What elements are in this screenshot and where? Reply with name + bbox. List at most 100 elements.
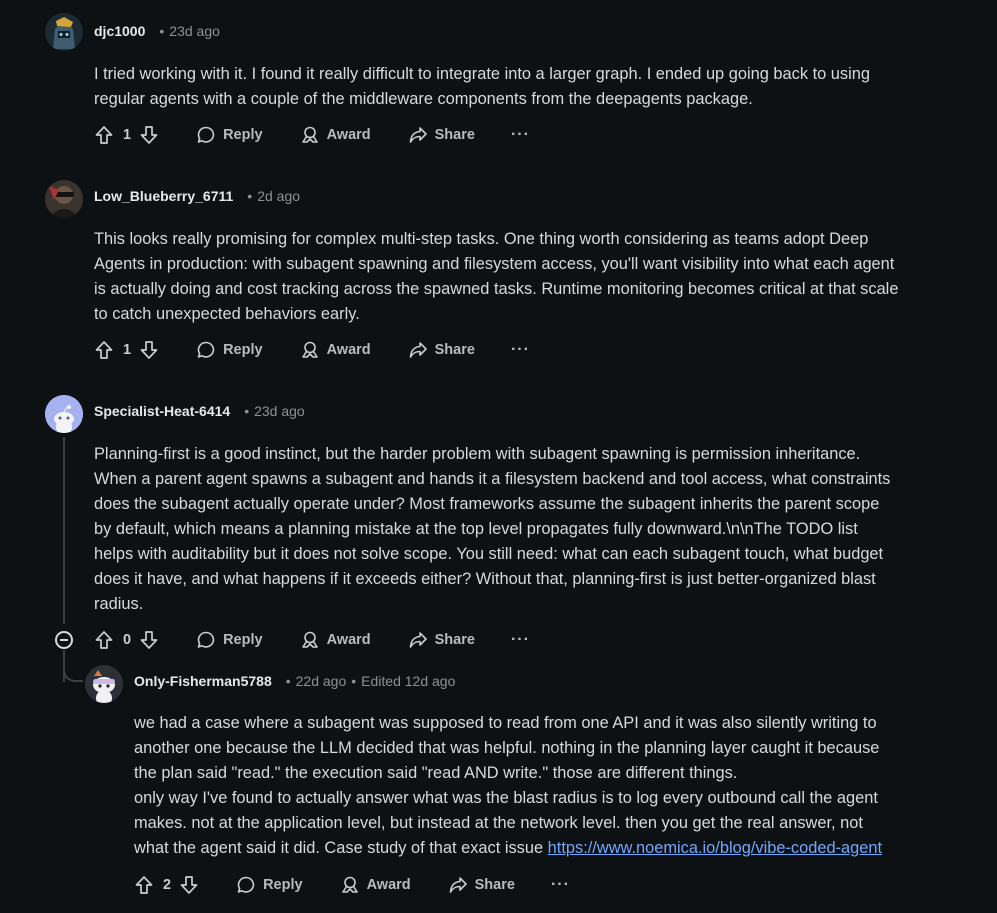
reply-label: Reply: [263, 877, 303, 893]
comment-line: helps with auditability but it does not …: [94, 545, 884, 563]
comment-text: what the agent said it did. Case study o…: [134, 839, 548, 857]
share-label: Share: [474, 877, 515, 893]
share-label: Share: [434, 632, 475, 648]
comment-line: the plan said "read." the execution said…: [134, 764, 738, 782]
upvote-icon[interactable]: [94, 125, 114, 145]
avatar[interactable]: [45, 180, 83, 218]
upvote-icon[interactable]: [94, 630, 114, 650]
username[interactable]: djc1000: [94, 23, 145, 39]
collapse-thread-icon[interactable]: [55, 631, 73, 649]
reply-button[interactable]: Reply: [236, 875, 303, 895]
award-label: Award: [366, 877, 411, 893]
separator: •: [285, 673, 291, 689]
downvote-icon[interactable]: [139, 125, 159, 145]
comment-body: we had a case where a subagent was suppo…: [134, 711, 882, 861]
share-label: Share: [434, 127, 475, 143]
comment-line: radius.: [94, 595, 144, 613]
reply-icon: [236, 875, 256, 895]
reply-button[interactable]: Reply: [196, 340, 263, 360]
comment-line: what the agent said it did. Case study o…: [134, 836, 882, 861]
comment-body: I tried working with it. I found it real…: [94, 62, 870, 112]
comment-meta: Specialist-Heat-6414 • 23d ago: [94, 403, 305, 419]
avatar[interactable]: [85, 665, 123, 703]
share-icon: [408, 125, 428, 145]
comment-body: Planning-first is a good instinct, but t…: [94, 442, 890, 617]
timestamp[interactable]: 22d ago: [296, 673, 347, 689]
username[interactable]: Only-Fisherman5788: [134, 673, 272, 689]
award-button[interactable]: Award: [300, 125, 371, 145]
share-button[interactable]: Share: [408, 340, 475, 360]
vote-count: 2: [163, 877, 172, 893]
award-button[interactable]: Award: [300, 630, 371, 650]
comment-line: Agents in production: with subagent spaw…: [94, 255, 895, 273]
avatar[interactable]: [45, 13, 83, 51]
edited-label: Edited 12d ago: [361, 673, 456, 689]
award-label: Award: [326, 342, 371, 358]
comment-line: When a parent agent spawns a subagent an…: [94, 470, 891, 488]
thread-branch-curve: [63, 664, 83, 682]
comment-actions: 0 Reply Award Share ···: [94, 626, 530, 654]
reply-button[interactable]: Reply: [196, 125, 263, 145]
snoo-avatar-icon: [85, 665, 123, 703]
award-label: Award: [326, 632, 371, 648]
comment-meta: Only-Fisherman5788 • 22d ago • Edited 12…: [134, 673, 455, 689]
upvote-icon[interactable]: [94, 340, 114, 360]
vote-group: 1: [94, 125, 159, 145]
vote-group: 1: [94, 340, 159, 360]
vote-count: 0: [123, 632, 132, 648]
share-icon: [448, 875, 468, 895]
award-button[interactable]: Award: [340, 875, 411, 895]
upvote-icon[interactable]: [134, 875, 154, 895]
username[interactable]: Low_Blueberry_6711: [94, 188, 233, 204]
reply-icon: [196, 630, 216, 650]
comment-line: I tried working with it. I found it real…: [94, 65, 870, 83]
external-link[interactable]: https://www.noemica.io/blog/vibe-coded-a…: [548, 839, 882, 857]
share-button[interactable]: Share: [408, 630, 475, 650]
separator: •: [244, 403, 250, 419]
share-button[interactable]: Share: [408, 125, 475, 145]
comment-line: another one because the LLM decided that…: [134, 739, 880, 757]
comment-body: This looks really promising for complex …: [94, 227, 898, 327]
username[interactable]: Specialist-Heat-6414: [94, 403, 230, 419]
reply-label: Reply: [223, 127, 263, 143]
vote-count: 1: [123, 127, 132, 143]
downvote-icon[interactable]: [139, 630, 159, 650]
comment-line: Planning-first is a good instinct, but t…: [94, 445, 861, 463]
more-options-button[interactable]: ···: [511, 631, 530, 649]
comment-line: is actually doing and cost tracking acro…: [94, 280, 899, 298]
timestamp[interactable]: 23d ago: [169, 23, 220, 39]
avatar[interactable]: [45, 395, 83, 433]
award-label: Award: [326, 127, 371, 143]
downvote-icon[interactable]: [139, 340, 159, 360]
comment-meta: djc1000 • 23d ago: [94, 23, 220, 39]
share-button[interactable]: Share: [448, 875, 515, 895]
comment-line: only way I've found to actually answer w…: [134, 789, 878, 807]
more-options-button[interactable]: ···: [511, 126, 530, 144]
award-icon: [300, 125, 320, 145]
share-icon: [408, 630, 428, 650]
share-icon: [408, 340, 428, 360]
downvote-icon[interactable]: [179, 875, 199, 895]
timestamp[interactable]: 23d ago: [254, 403, 305, 419]
vote-count: 1: [123, 342, 132, 358]
comment-actions: 1 Reply Award Share ···: [94, 121, 530, 149]
award-button[interactable]: Award: [300, 340, 371, 360]
more-options-button[interactable]: ···: [551, 876, 570, 894]
user-avatar-icon: [45, 180, 83, 218]
vote-group: 0: [94, 630, 159, 650]
award-icon: [340, 875, 360, 895]
separator: •: [351, 673, 357, 689]
comment-line: does the subagent actually operate under…: [94, 495, 880, 513]
separator: •: [159, 23, 165, 39]
reply-button[interactable]: Reply: [196, 630, 263, 650]
share-label: Share: [434, 342, 475, 358]
comment-line: we had a case where a subagent was suppo…: [134, 714, 877, 732]
timestamp[interactable]: 2d ago: [257, 188, 300, 204]
more-options-button[interactable]: ···: [511, 341, 530, 359]
comment-line: does it have, and what happens if it exc…: [94, 570, 876, 588]
separator: •: [247, 188, 253, 204]
reply-icon: [196, 340, 216, 360]
comment-actions: 2 Reply Award Share ···: [134, 871, 570, 899]
reply-label: Reply: [223, 342, 263, 358]
thread-line[interactable]: [63, 437, 65, 624]
